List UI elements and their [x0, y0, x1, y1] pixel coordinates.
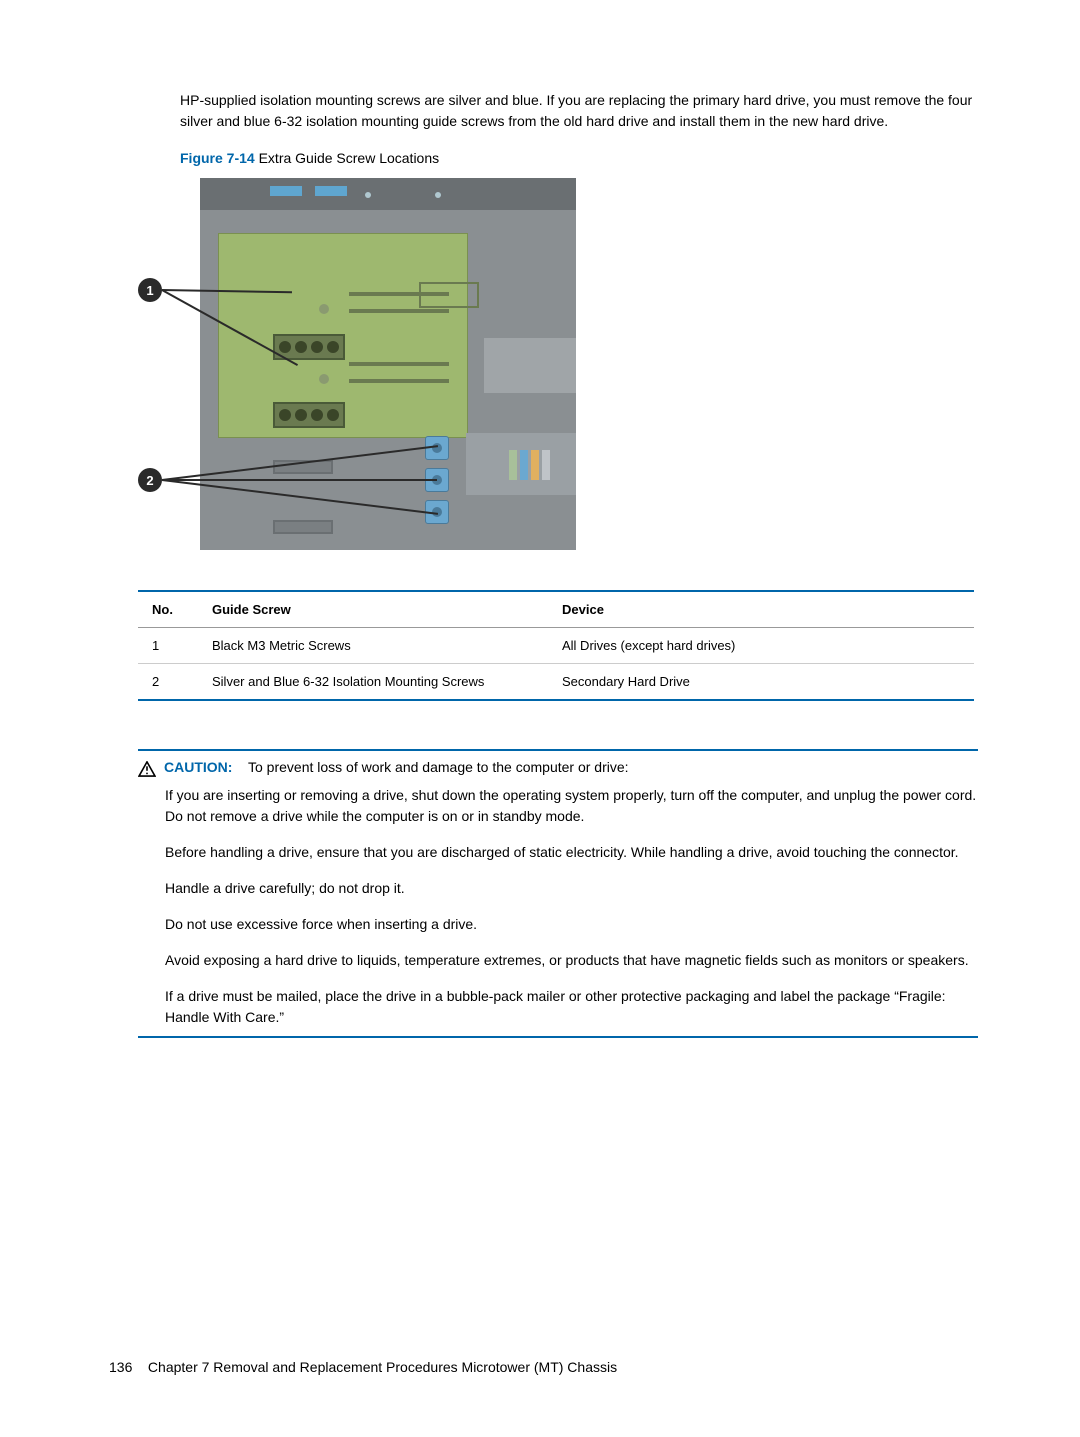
- figure-image: 1 2: [138, 178, 576, 550]
- caution-intro: [236, 759, 248, 775]
- caution-p2: Before handling a drive, ensure that you…: [165, 842, 978, 863]
- caution-p3: Handle a drive carefully; do not drop it…: [165, 878, 978, 899]
- cell-device: Secondary Hard Drive: [548, 664, 974, 701]
- chassis-illustration: [200, 178, 576, 550]
- cell-screw: Black M3 Metric Screws: [198, 628, 548, 664]
- cell-screw: Silver and Blue 6-32 Isolation Mounting …: [198, 664, 548, 701]
- page-number: 136: [109, 1359, 132, 1375]
- col-device: Device: [548, 591, 974, 628]
- figure-title-text: Extra Guide Screw Locations: [259, 150, 440, 166]
- table-header-row: No. Guide Screw Device: [138, 591, 974, 628]
- caution-p1: If you are inserting or removing a drive…: [165, 785, 978, 827]
- screw-block-2: [273, 402, 345, 428]
- caution-intro-text: To prevent loss of work and damage to th…: [248, 759, 629, 775]
- page-footer: 136 Chapter 7 Removal and Replacement Pr…: [109, 1359, 617, 1375]
- callout-2: 2: [138, 468, 162, 492]
- blue-screw-column: [425, 436, 451, 536]
- figure-number: Figure 7-14: [180, 150, 255, 166]
- table-row: 1 Black M3 Metric Screws All Drives (exc…: [138, 628, 974, 664]
- caution-p4: Do not use excessive force when insertin…: [165, 914, 978, 935]
- intro-paragraph: HP-supplied isolation mounting screws ar…: [180, 90, 978, 132]
- caution-icon: [138, 761, 156, 777]
- caution-block: CAUTION: To prevent loss of work and dam…: [138, 749, 978, 1038]
- table-row: 2 Silver and Blue 6-32 Isolation Mountin…: [138, 664, 974, 701]
- chapter-title: Chapter 7 Removal and Replacement Proced…: [148, 1359, 617, 1375]
- caution-p5: Avoid exposing a hard drive to liquids, …: [165, 950, 978, 971]
- upper-bay-area: [218, 233, 468, 438]
- col-screw: Guide Screw: [198, 591, 548, 628]
- figure-caption: Figure 7-14 Extra Guide Screw Locations: [180, 150, 978, 166]
- callout-1: 1: [138, 278, 162, 302]
- screw-table: No. Guide Screw Device 1 Black M3 Metric…: [138, 590, 974, 701]
- caution-p6: If a drive must be mailed, place the dri…: [165, 986, 978, 1028]
- caution-label: CAUTION:: [164, 759, 232, 775]
- col-no: No.: [138, 591, 198, 628]
- cell-device: All Drives (except hard drives): [548, 628, 974, 664]
- cell-no: 2: [138, 664, 198, 701]
- cell-no: 1: [138, 628, 198, 664]
